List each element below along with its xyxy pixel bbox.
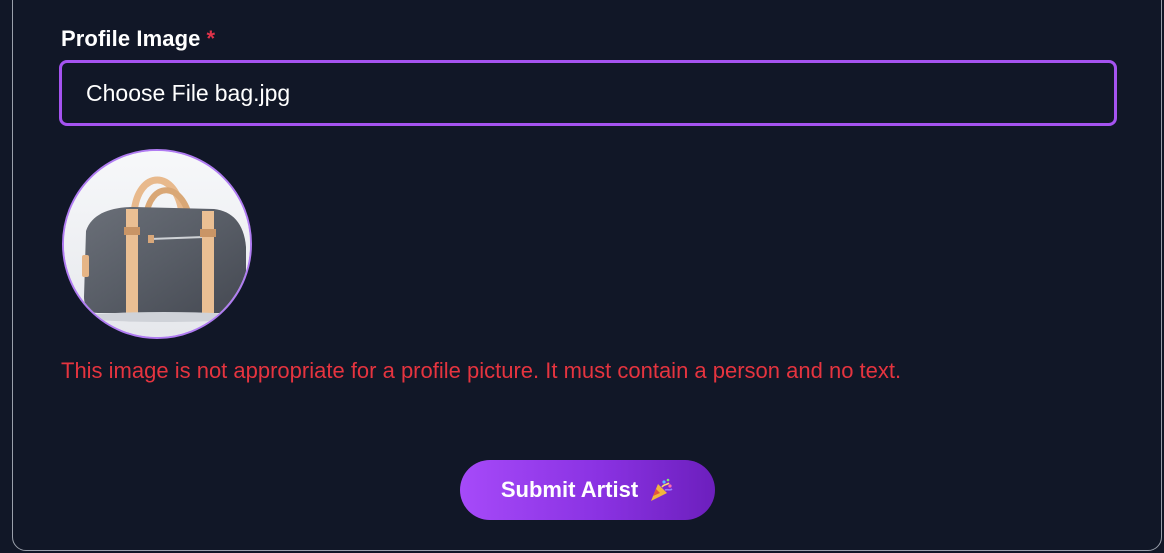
profile-image-label: Profile Image * bbox=[61, 26, 215, 52]
profile-image-preview bbox=[62, 149, 252, 339]
profile-image-file-input[interactable]: Choose File bag.jpg bbox=[59, 60, 1117, 126]
bag-photo bbox=[64, 151, 250, 337]
submit-artist-button[interactable]: Submit Artist bbox=[460, 460, 715, 520]
profile-image-label-text: Profile Image bbox=[61, 26, 201, 51]
choose-file-button[interactable]: Choose File bbox=[86, 80, 209, 107]
image-error-message: This image is not appropriate for a prof… bbox=[61, 358, 902, 383]
selected-file-name: bag.jpg bbox=[214, 79, 291, 106]
party-popper-icon bbox=[648, 477, 674, 503]
submit-artist-label: Submit Artist bbox=[500, 477, 639, 502]
required-asterisk: * bbox=[206, 26, 216, 51]
